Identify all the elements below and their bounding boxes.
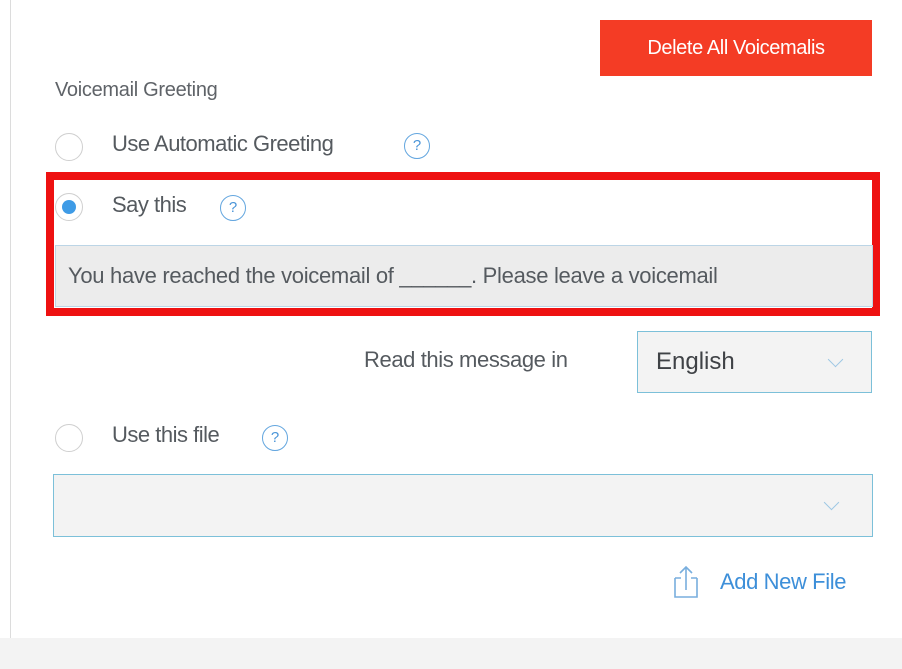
chevron-down-icon — [827, 351, 844, 368]
add-new-file-link[interactable]: Add New File — [672, 562, 846, 602]
delete-all-voicemails-button[interactable]: Delete All Voicemalis — [600, 20, 872, 76]
upload-icon — [674, 565, 698, 598]
say-this-message-input[interactable]: You have reached the voicemail of ______… — [55, 245, 873, 307]
say-this-help-icon[interactable]: ? — [220, 195, 246, 221]
use-file-label[interactable]: Use this file — [112, 422, 220, 448]
voicemail-greeting-label: Voicemail Greeting — [55, 79, 218, 101]
say-this-label[interactable]: Say this — [112, 192, 187, 218]
automatic-greeting-help-icon[interactable]: ? — [404, 133, 430, 159]
language-select-value: English — [656, 348, 735, 375]
use-file-radio[interactable] — [55, 424, 83, 452]
add-new-file-label[interactable]: Add New File — [720, 569, 846, 595]
file-select[interactable] — [53, 474, 873, 537]
use-file-help-icon[interactable]: ? — [262, 425, 288, 451]
chevron-down-icon — [823, 494, 840, 511]
automatic-greeting-label[interactable]: Use Automatic Greeting — [112, 131, 334, 157]
say-this-radio[interactable] — [55, 193, 83, 221]
read-message-in-label: Read this message in — [364, 347, 568, 372]
automatic-greeting-radio[interactable] — [55, 133, 83, 161]
panel-footer-band — [0, 638, 902, 669]
language-select[interactable]: English — [637, 331, 872, 393]
panel-left-border — [10, 0, 11, 640]
